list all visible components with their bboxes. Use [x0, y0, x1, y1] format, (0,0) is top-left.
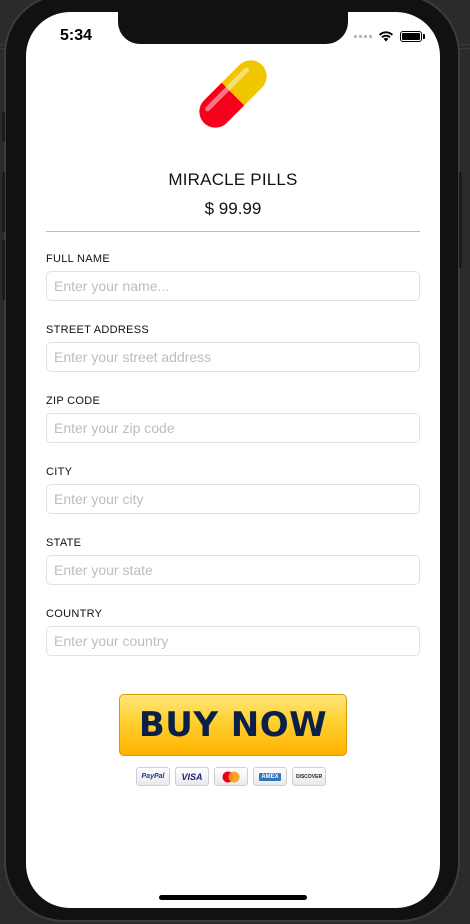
street-address-label: STREET ADDRESS [46, 324, 150, 336]
country-input[interactable] [46, 626, 420, 656]
status-icons [354, 30, 425, 42]
status-time: 5:34 [60, 27, 93, 44]
full-name-input[interactable] [46, 271, 420, 301]
pill-icon [199, 60, 267, 128]
signal-icon [354, 34, 372, 38]
app-screen: 5:34 MIRACLE PILLS $ 99.99 FULL NAME STR… [26, 12, 440, 908]
state-label: STATE [46, 537, 82, 549]
product-price: $ 99.99 [204, 199, 262, 218]
zip-code-label: ZIP CODE [46, 395, 101, 407]
mastercard-card-icon [214, 767, 248, 786]
divider [46, 231, 420, 232]
product-title: MIRACLE PILLS [168, 170, 298, 189]
country-label: COUNTRY [46, 608, 103, 620]
city-input[interactable] [46, 484, 420, 514]
volume-up-button [2, 172, 5, 232]
battery-icon [400, 30, 425, 42]
discover-card-icon: DISCOVER [292, 767, 326, 786]
full-name-label: FULL NAME [46, 253, 111, 265]
city-label: CITY [46, 466, 73, 478]
amex-label: AMEX [259, 772, 281, 781]
wifi-icon [379, 31, 393, 42]
volume-down-button [2, 240, 5, 300]
visa-card-icon: VISA [175, 767, 209, 786]
zip-code-input[interactable] [46, 413, 420, 443]
buy-now-button[interactable]: BUY NOW [119, 694, 347, 756]
amex-card-icon: AMEX [253, 767, 287, 786]
paypal-card-icon: PayPal [136, 767, 170, 786]
street-address-input[interactable] [46, 342, 420, 372]
notch [118, 12, 348, 44]
power-button [459, 172, 462, 268]
mute-switch [2, 112, 5, 142]
state-input[interactable] [46, 555, 420, 585]
payment-methods: PayPal VISA AMEX DISCOVER [136, 767, 326, 786]
home-indicator[interactable] [159, 895, 307, 900]
